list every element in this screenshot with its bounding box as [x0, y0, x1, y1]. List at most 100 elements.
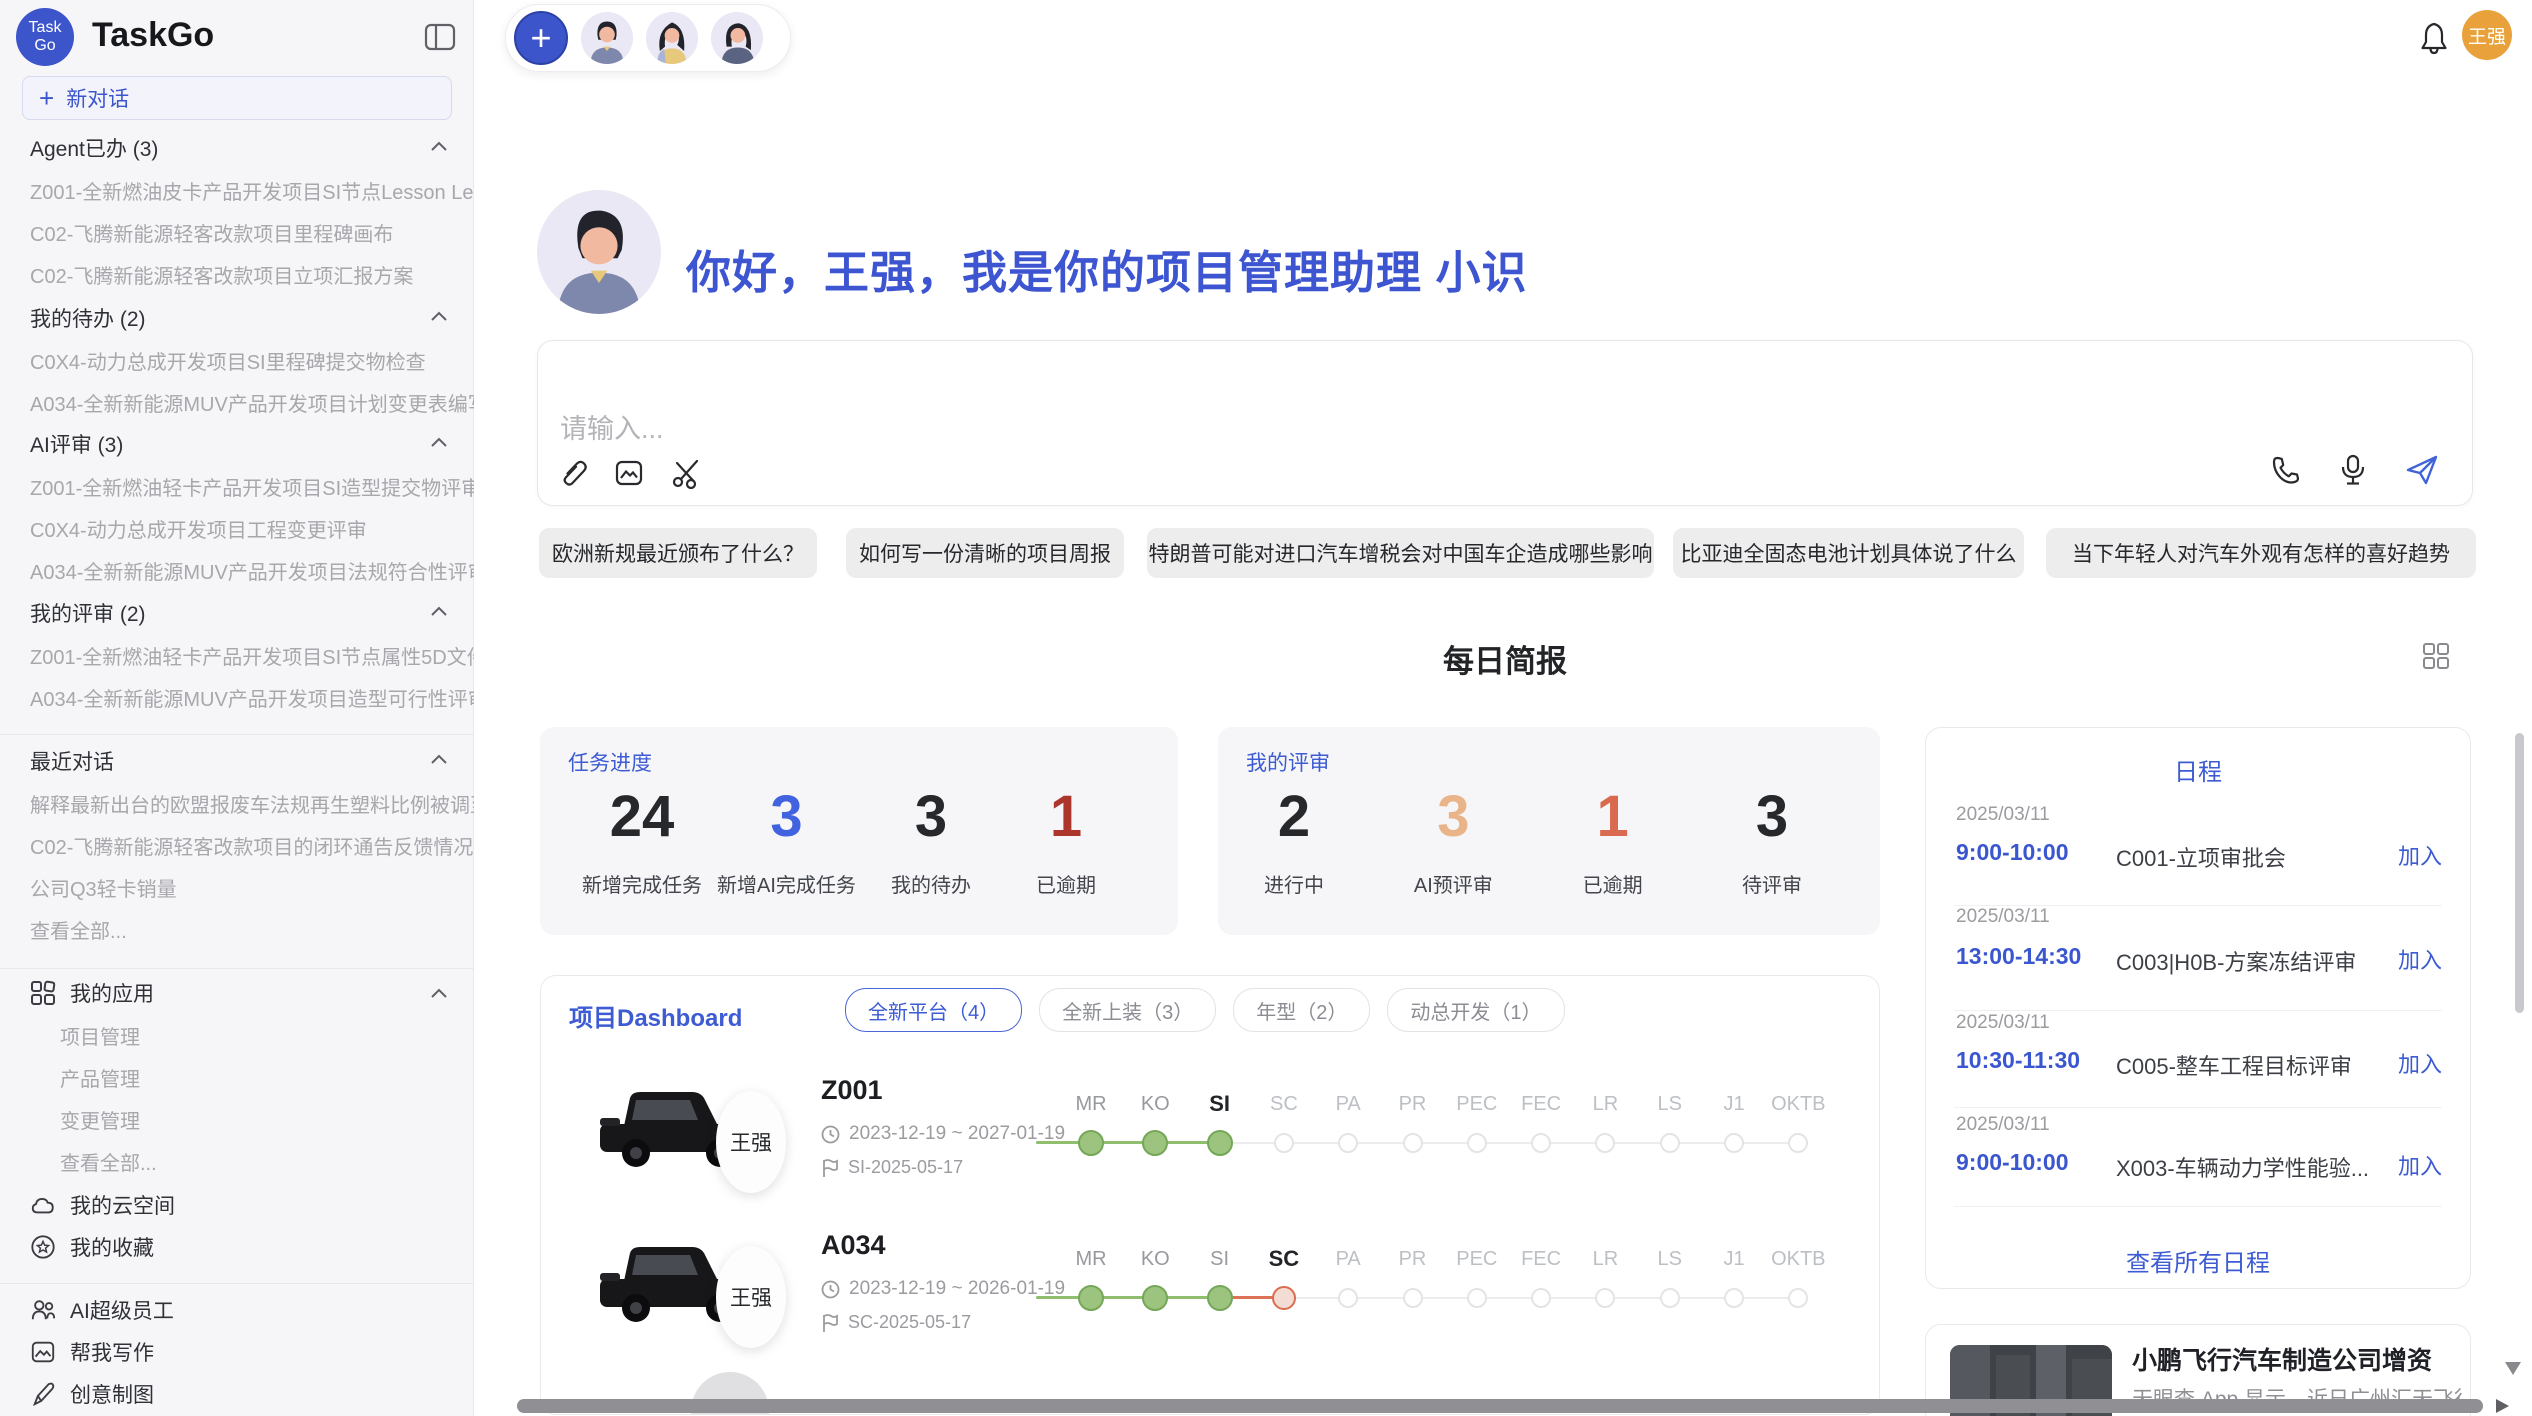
project-row[interactable]: 王强 A034 2023-12-19 ~ 2026-01-19 SC-2025-…	[541, 1216, 1880, 1376]
milestone-dot[interactable]	[1724, 1288, 1744, 1308]
app-item-product-mgmt[interactable]: 产品管理	[0, 1056, 474, 1098]
chevron-up-icon[interactable]	[430, 605, 448, 617]
vertical-scrollbar[interactable]	[2515, 733, 2524, 1013]
join-meeting-link[interactable]: 加入	[2398, 943, 2442, 975]
user-avatar[interactable]: 王强	[2462, 10, 2512, 60]
milestone-dot[interactable]	[1403, 1133, 1423, 1153]
tab-new-body[interactable]: 全新上装（3）	[1039, 988, 1216, 1032]
milestone-dot[interactable]	[1274, 1133, 1294, 1153]
scissors-icon[interactable]	[670, 457, 702, 489]
chevron-up-icon[interactable]	[430, 987, 448, 999]
milestone-dot[interactable]	[1595, 1133, 1615, 1153]
dashboard-tabs: 全新平台（4） 全新上装（3） 年型（2） 动总开发（1）	[845, 988, 1565, 1032]
milestone-dot[interactable]	[1207, 1130, 1233, 1156]
milestone-dot[interactable]	[1338, 1288, 1358, 1308]
tab-year-model[interactable]: 年型（2）	[1233, 988, 1370, 1032]
sidebar-task-item[interactable]: C0X4-动力总成开发项目SI里程碑提交物检查	[0, 339, 474, 381]
layout-grid-icon[interactable]	[2422, 642, 2450, 670]
milestone-dot[interactable]	[1272, 1286, 1296, 1310]
avatar-illustration-woman-2	[711, 12, 763, 64]
milestone-dot[interactable]	[1142, 1130, 1168, 1156]
milestone-dot[interactable]	[1078, 1285, 1104, 1311]
agent-avatar[interactable]	[646, 12, 698, 64]
recent-conversation-item[interactable]: 公司Q3轻卡销量	[0, 866, 474, 908]
sidebar-task-item[interactable]: A034-全新新能源MUV产品开发项目计划变更表编写	[0, 381, 474, 423]
sidebar-task-item[interactable]: A034-全新新能源MUV产品开发项目法规符合性评审	[0, 549, 474, 591]
milestone-dot[interactable]	[1531, 1288, 1551, 1308]
sidebar-item-favorites[interactable]: 我的收藏	[0, 1226, 474, 1268]
milestone-dot[interactable]	[1660, 1133, 1680, 1153]
milestone-dot[interactable]	[1467, 1288, 1487, 1308]
divider	[0, 734, 474, 735]
sidebar-task-item[interactable]: Z001-全新燃油皮卡产品开发项目SI节点Lesson Learn报告	[0, 169, 474, 211]
milestone-dot[interactable]	[1338, 1133, 1358, 1153]
project-row[interactable]: 王强 Z001 2023-12-19 ~ 2027-01-19 SI-2025-…	[541, 1061, 1880, 1216]
tab-powertrain[interactable]: 动总开发（1）	[1387, 988, 1564, 1032]
join-meeting-link[interactable]: 加入	[2398, 1047, 2442, 1079]
apps-view-all[interactable]: 查看全部...	[0, 1140, 474, 1182]
project-owner-badge: 王强	[716, 1091, 786, 1193]
recent-view-all[interactable]: 查看全部...	[0, 908, 474, 950]
suggestion-chip[interactable]: 欧洲新规最近颁布了什么？	[539, 528, 817, 578]
add-agent-button[interactable]: +	[514, 11, 568, 65]
milestone-dot[interactable]	[1403, 1288, 1423, 1308]
milestone-dot[interactable]	[1724, 1133, 1744, 1153]
sidebar-section-my-review[interactable]: 我的评审 (2)	[0, 592, 474, 634]
milestone-dot[interactable]	[1660, 1288, 1680, 1308]
join-meeting-link[interactable]: 加入	[2398, 1149, 2442, 1181]
paperclip-icon[interactable]	[558, 457, 588, 489]
notification-bell-icon[interactable]	[2418, 20, 2450, 56]
milestone-dot[interactable]	[1788, 1133, 1808, 1153]
send-icon[interactable]	[2404, 454, 2440, 486]
collapse-sidebar-icon[interactable]	[424, 22, 456, 52]
sidebar-item-creative-draw[interactable]: 创意制图	[0, 1373, 474, 1415]
suggestion-chip[interactable]: 比亚迪全固态电池计划具体说了什么	[1673, 528, 2024, 578]
sidebar-task-item[interactable]: Z001-全新燃油轻卡产品开发项目SI造型提交物评审	[0, 465, 474, 507]
milestone-dot[interactable]	[1142, 1285, 1168, 1311]
tab-new-platform[interactable]: 全新平台（4）	[845, 988, 1022, 1032]
recent-conversation-item[interactable]: C02-飞腾新能源轻客改款项目的闭环通告反馈情况	[0, 824, 474, 866]
view-all-schedule-link[interactable]: 查看所有日程	[1926, 1243, 2470, 1278]
suggestion-chip[interactable]: 如何写一份清晰的项目周报	[846, 528, 1124, 578]
agent-avatar[interactable]	[581, 12, 633, 64]
suggestion-chip[interactable]: 特朗普可能对进口汽车增税会对中国车企造成哪些影响	[1147, 528, 1654, 578]
horizontal-scrollbar[interactable]	[517, 1399, 2483, 1413]
chevron-up-icon[interactable]	[430, 310, 448, 322]
milestone-dot[interactable]	[1595, 1288, 1615, 1308]
sidebar-task-item[interactable]: Z001-全新燃油轻卡产品开发项目SI节点属性5D文件评审	[0, 634, 474, 676]
sidebar-item-help-write[interactable]: 帮我写作	[0, 1331, 474, 1373]
sidebar-section-recent[interactable]: 最近对话	[0, 740, 474, 782]
join-meeting-link[interactable]: 加入	[2398, 839, 2442, 871]
sidebar-item-ai-employee[interactable]: AI超级员工	[0, 1289, 474, 1331]
scroll-down-arrow-icon[interactable]	[2505, 1362, 2521, 1375]
sidebar-section-agent-done[interactable]: Agent已办 (3)	[0, 127, 474, 169]
sidebar-section-my-apps[interactable]: 我的应用	[0, 972, 474, 1014]
sidebar-task-item[interactable]: C0X4-动力总成开发项目工程变更评审	[0, 507, 474, 549]
agent-avatar[interactable]	[711, 12, 763, 64]
new-chat-button[interactable]: + 新对话	[22, 76, 452, 120]
chevron-up-icon[interactable]	[430, 753, 448, 765]
chevron-up-icon[interactable]	[430, 436, 448, 448]
sidebar-section-my-todo[interactable]: 我的待办 (2)	[0, 297, 474, 339]
composer-input[interactable]: 请输入...	[560, 407, 664, 446]
app-item-change-mgmt[interactable]: 变更管理	[0, 1098, 474, 1140]
milestone-dot[interactable]	[1467, 1133, 1487, 1153]
sidebar-task-item[interactable]: C02-飞腾新能源轻客改款项目立项汇报方案	[0, 253, 474, 295]
suggestion-chip[interactable]: 当下年轻人对汽车外观有怎样的喜好趋势	[2046, 528, 2476, 578]
milestone-dot[interactable]	[1078, 1130, 1104, 1156]
milestone-dot[interactable]	[1788, 1288, 1808, 1308]
app-item-project-mgmt[interactable]: 项目管理	[0, 1014, 474, 1056]
scroll-right-arrow-icon[interactable]	[2496, 1399, 2509, 1413]
milestone-dot[interactable]	[1207, 1285, 1233, 1311]
recent-conversation-item[interactable]: 解释最新出台的欧盟报废车法规再生塑料比例被调至15%...	[0, 782, 474, 824]
sidebar-section-ai-review[interactable]: AI评审 (3)	[0, 423, 474, 465]
image-icon[interactable]	[614, 458, 644, 488]
milestone-dot[interactable]	[1531, 1133, 1551, 1153]
chevron-up-icon[interactable]	[430, 140, 448, 152]
sidebar-item-cloud-space[interactable]: 我的云空间	[0, 1184, 474, 1226]
news-title[interactable]: 小鹏飞行汽车制造公司增资	[2132, 1341, 2432, 1377]
microphone-icon[interactable]	[2338, 453, 2368, 487]
sidebar-task-item[interactable]: A034-全新新能源MUV产品开发项目造型可行性评审	[0, 676, 474, 718]
sidebar-task-item[interactable]: C02-飞腾新能源轻客改款项目里程碑画布	[0, 211, 474, 253]
phone-icon[interactable]	[2270, 454, 2302, 486]
